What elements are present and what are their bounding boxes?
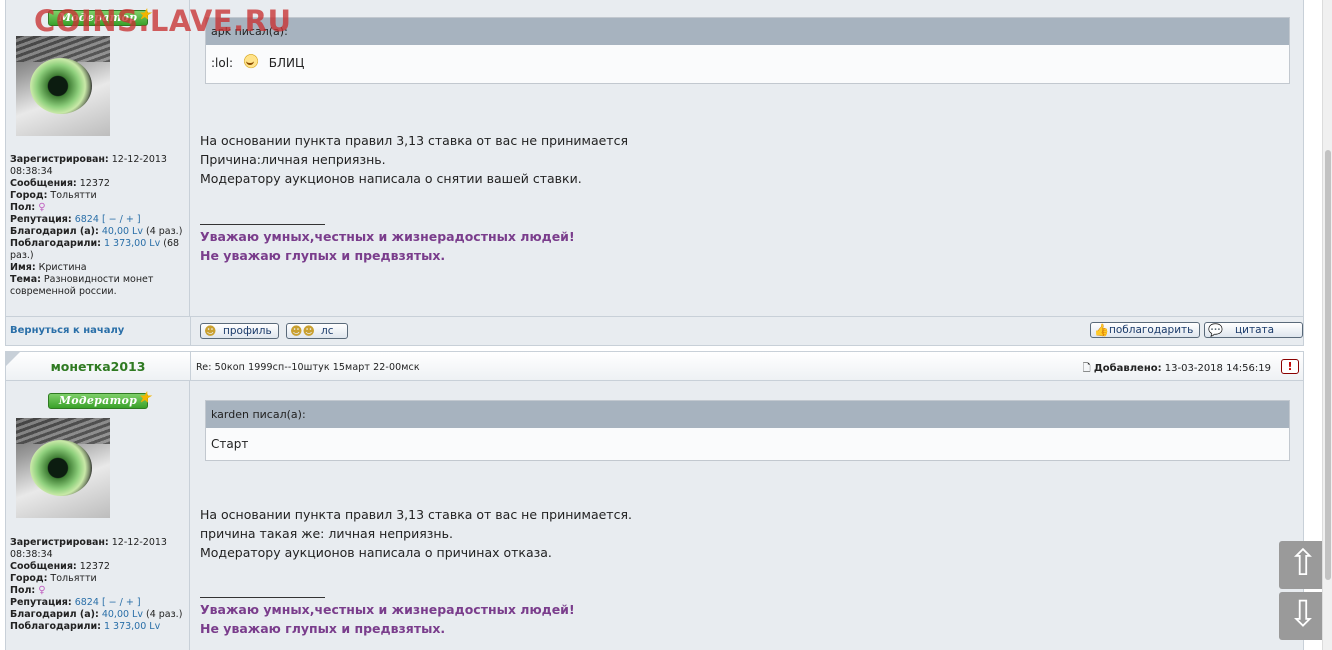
pm-button[interactable]: ☻☻ лс (286, 323, 349, 339)
document-icon: 🗋 (1082, 363, 1091, 374)
post-2-header: монетка2013 Re: 50коп 1999сп--10штук 15м… (5, 351, 1304, 381)
post-author[interactable]: монетка2013 (6, 359, 190, 374)
reputation-link[interactable]: 6824 (75, 597, 99, 608)
scroll-down-button[interactable]: ⇩ (1279, 592, 1327, 640)
reputation-link[interactable]: 6824 (75, 214, 99, 225)
signature-divider (200, 224, 325, 225)
moderator-badge: Модератор ★ (48, 390, 151, 409)
user-info: Зарегистрирован: 12-12-2013 08:38:34 Соо… (10, 537, 183, 632)
post-topic[interactable]: Re: 50коп 1999сп--10штук 15март 22-00мск (196, 362, 420, 373)
message-text: На основании пункта правил 3,13 ставка о… (200, 507, 632, 560)
speech-bubble-icon: 💬 (1208, 323, 1223, 337)
post-1-user-panel: Модератор ★ Зарегистрирован: 12-12-2013 … (6, 0, 190, 316)
quote-author: apk писал(а): (206, 18, 1289, 45)
quote-text: Старт (211, 437, 249, 451)
laughing-smiley-icon (240, 53, 261, 71)
avatar (16, 418, 110, 518)
quote-button[interactable]: 💬 цитата (1204, 322, 1304, 338)
signature: Уважаю умных,честных и жизнерадостных лю… (200, 602, 575, 636)
post-2: Модератор ★ Зарегистрирован: 12-12-2013 … (5, 381, 1304, 650)
site-watermark: COINS.LAVE.RU (34, 4, 292, 38)
female-icon: ♀ (38, 202, 46, 213)
post-actions: Вернуться к началу ☻ профиль ☻☻ лс 👍 поблаг… (5, 316, 1304, 346)
female-icon: ♀ (38, 585, 46, 596)
scrollbar[interactable] (1322, 0, 1332, 650)
back-to-top-link[interactable]: Вернуться к началу (10, 325, 124, 336)
thumbs-up-icon: 👍 (1094, 323, 1109, 337)
thanked-link[interactable]: 40,00 Lv (102, 226, 143, 237)
thank-button[interactable]: 👍 поблагодарить (1090, 322, 1201, 338)
scrollbar-thumb[interactable] (1325, 150, 1331, 580)
signature-divider (200, 597, 325, 598)
avatar (16, 36, 110, 136)
users-icon: ☻☻ (290, 324, 316, 338)
profile-button[interactable]: ☻ профиль (200, 323, 279, 339)
user-icon: ☻ (204, 324, 217, 338)
post-2-content: karden писал(а): Старт На основании пунк… (190, 381, 1303, 650)
thanked-by-link[interactable]: 1 373,00 Lv (104, 621, 160, 632)
post-1: Модератор ★ Зарегистрирован: 12-12-2013 … (5, 0, 1304, 316)
thanked-by-link[interactable]: 1 373,00 Lv (104, 238, 160, 249)
quote-block: karden писал(а): Старт (205, 400, 1290, 461)
thanked-link[interactable]: 40,00 Lv (102, 609, 143, 620)
reputation-vote[interactable]: [ − / + ] (102, 597, 141, 608)
star-icon: ★ (138, 390, 151, 406)
user-info: Зарегистрирован: 12-12-2013 08:38:34 Соо… (10, 154, 183, 297)
post-2-user-panel: Модератор ★ Зарегистрирован: 12-12-2013 … (6, 381, 190, 650)
reputation-vote[interactable]: [ − / + ] (102, 214, 141, 225)
message-text: На основании пункта правил 3,13 ставка о… (200, 133, 628, 186)
post-1-content: apk писал(а): :lol: БЛИЦ На основании пу… (190, 0, 1303, 316)
quote-block: apk писал(а): :lol: БЛИЦ (205, 17, 1290, 84)
signature: Уважаю умных,честных и жизнерадостных лю… (200, 229, 575, 263)
scroll-up-button[interactable]: ⇧ (1279, 541, 1327, 589)
post-date: 🗋 Добавлено: 13-03-2018 14:56:19 (1082, 363, 1271, 374)
quote-author: karden писал(а): (206, 401, 1289, 428)
report-button[interactable]: ! (1281, 359, 1299, 374)
forum-thread: Модератор ★ Зарегистрирован: 12-12-2013 … (5, 0, 1304, 650)
quote-text: :lol: БЛИЦ (206, 45, 1289, 83)
